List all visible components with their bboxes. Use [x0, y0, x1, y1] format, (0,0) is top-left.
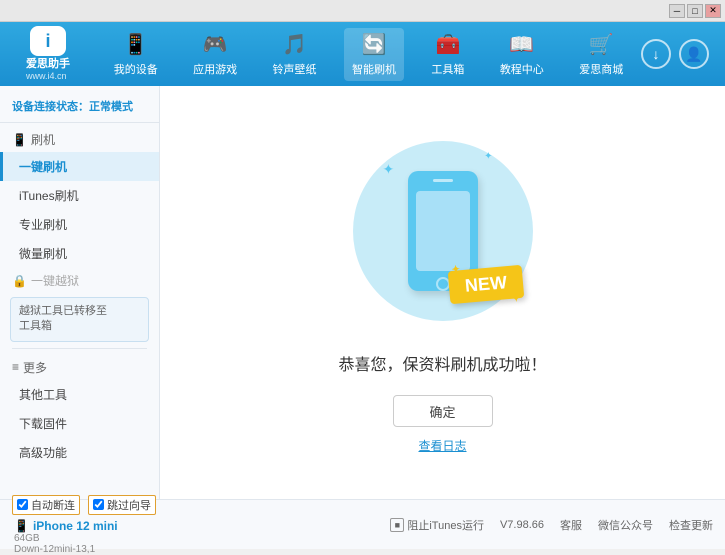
nav-toolbox-label: 工具箱 [431, 61, 464, 77]
device-model: Down-12mini-13,1 [14, 544, 172, 555]
skip-wizard-checkbox[interactable]: 跳过向导 [88, 495, 156, 515]
version-text: V7.98.66 [500, 519, 544, 531]
nav-items: 📱 我的设备 🎮 应用游戏 🎵 铃声壁纸 🔄 智能刷机 🧰 工具箱 📖 教程中心… [96, 28, 641, 81]
flash-section-icon: 📱 [12, 133, 27, 147]
logo-url: www.i4.cn [26, 71, 70, 82]
sidebar-item-download-firmware[interactable]: 下载固件 [0, 409, 159, 438]
nav-mall[interactable]: 🛒 爱思商城 [571, 28, 631, 81]
bottom-right: ■ 阻止iTunes运行 V7.98.66 客服 微信公众号 检查更新 [172, 517, 713, 533]
itunes-flash-label: iTunes刷机 [19, 189, 79, 203]
nav-ringtone[interactable]: 🎵 铃声壁纸 [265, 28, 325, 81]
more-section-header: ≡ 更多 [0, 355, 159, 380]
customer-service-link[interactable]: 客服 [560, 517, 582, 533]
nav-tutorial[interactable]: 📖 教程中心 [492, 28, 552, 81]
smart-flash-icon: 🔄 [362, 32, 387, 57]
secondary-link[interactable]: 查看日志 [418, 437, 466, 454]
nav-toolbox[interactable]: 🧰 工具箱 [423, 28, 472, 81]
auto-disconnect-checkbox[interactable]: 自动断连 [12, 495, 80, 515]
content-area: ✦ ✦ ✦ NEW 恭喜您，保资料刷机成功啦！ 确定 查看日志 [160, 86, 725, 499]
close-button[interactable]: ✕ [705, 4, 721, 18]
mall-icon: 🛒 [589, 32, 614, 57]
download-firmware-label: 下载固件 [19, 417, 67, 431]
apps-icon: 🎮 [203, 32, 228, 57]
phone-illustration: ✦ ✦ ✦ NEW [343, 131, 543, 331]
stop-itunes: ■ 阻止iTunes运行 [390, 517, 484, 533]
nav-smart-flash[interactable]: 🔄 智能刷机 [344, 28, 404, 81]
maximize-button[interactable]: □ [687, 4, 703, 18]
new-badge: NEW [447, 265, 524, 304]
check-update-link[interactable]: 检查更新 [669, 517, 713, 533]
flash-section-header: 📱 刷机 [0, 127, 159, 152]
user-button[interactable]: 👤 [679, 39, 709, 69]
status-value: 正常模式 [89, 101, 133, 113]
status-label: 设备连接状态： [12, 101, 89, 113]
navbar: i 爱思助手 www.i4.cn 📱 我的设备 🎮 应用游戏 🎵 铃声壁纸 🔄 … [0, 22, 725, 86]
my-device-icon: 📱 [123, 32, 148, 57]
sidebar-item-other-tools[interactable]: 其他工具 [0, 380, 159, 409]
skip-wizard-label: 跳过向导 [107, 497, 151, 513]
device-icon: 📱 [14, 519, 29, 533]
wechat-public-link[interactable]: 微信公众号 [598, 517, 653, 533]
toolbox-icon: 🧰 [435, 32, 460, 57]
minimize-button[interactable]: ─ [669, 4, 685, 18]
device-storage: 64GB [14, 533, 172, 544]
stop-label: 阻止iTunes运行 [407, 517, 484, 533]
nav-right: ↓ 👤 [641, 39, 717, 69]
auto-disconnect-input[interactable] [17, 499, 28, 510]
pro-flash-label: 专业刷机 [19, 218, 67, 232]
more-icon: ≡ [12, 360, 19, 374]
divider-1 [12, 348, 147, 349]
logo[interactable]: i 爱思助手 www.i4.cn [8, 26, 88, 82]
other-tools-label: 其他工具 [19, 388, 67, 402]
main-layout: 设备连接状态：正常模式 📱 刷机 一键刷机 iTunes刷机 专业刷机 微量刷机… [0, 86, 725, 499]
nav-my-device[interactable]: 📱 我的设备 [106, 28, 166, 81]
confirm-button[interactable]: 确定 [393, 395, 493, 427]
skip-wizard-input[interactable] [93, 499, 104, 510]
nav-my-device-label: 我的设备 [114, 61, 158, 77]
nav-mall-label: 爱思商城 [579, 61, 623, 77]
jailbreak-section-label: 一键越狱 [31, 272, 79, 289]
checkboxes: 自动断连 跳过向导 [12, 495, 172, 515]
nav-tutorial-label: 教程中心 [500, 61, 544, 77]
jailbreak-section-header: 🔒 一键越狱 [0, 268, 159, 293]
one-key-flash-label: 一键刷机 [19, 160, 67, 174]
device-info: 📱 iPhone 12 mini 64GB Down-12mini-13,1 [12, 519, 172, 555]
sidebar-item-pro-flash[interactable]: 专业刷机 [0, 210, 159, 239]
bottom-left: 自动断连 跳过向导 📱 iPhone 12 mini 64GB Down-12m… [12, 495, 172, 555]
sidebar-item-micro-flash[interactable]: 微量刷机 [0, 239, 159, 268]
phone-screen [416, 191, 470, 271]
success-message: 恭喜您，保资料刷机成功啦！ [338, 351, 546, 375]
jailbreak-notice-text: 越狱工具已转移至 工具箱 [19, 305, 107, 332]
micro-flash-label: 微量刷机 [19, 247, 67, 261]
nav-ringtone-label: 铃声壁纸 [273, 61, 317, 77]
device-name: 📱 iPhone 12 mini [14, 519, 172, 533]
status-bar: 设备连接状态：正常模式 [0, 94, 159, 123]
sidebar-item-one-key-flash[interactable]: 一键刷机 [0, 152, 159, 181]
sparkle-1: ✦ [383, 161, 395, 178]
advanced-label: 高级功能 [19, 446, 67, 460]
jailbreak-notice: 越狱工具已转移至 工具箱 [10, 297, 149, 342]
download-button[interactable]: ↓ [641, 39, 671, 69]
stop-icon: ■ [390, 518, 404, 532]
auto-disconnect-label: 自动断连 [31, 497, 75, 513]
tutorial-icon: 📖 [509, 32, 534, 57]
more-section-label: 更多 [23, 359, 47, 376]
ringtone-icon: 🎵 [282, 32, 307, 57]
nav-apps-label: 应用游戏 [193, 61, 237, 77]
logo-name: 爱思助手 [26, 58, 70, 71]
flash-section-label: 刷机 [31, 131, 55, 148]
titlebar: ─ □ ✕ [0, 0, 725, 22]
sidebar: 设备连接状态：正常模式 📱 刷机 一键刷机 iTunes刷机 专业刷机 微量刷机… [0, 86, 160, 499]
device-name-text: iPhone 12 mini [33, 519, 118, 533]
bottom-bar: 自动断连 跳过向导 📱 iPhone 12 mini 64GB Down-12m… [0, 499, 725, 549]
circle-background: ✦ ✦ ✦ NEW [353, 141, 533, 321]
lock-icon: 🔒 [12, 274, 27, 288]
logo-icon: i [30, 26, 66, 56]
sidebar-item-advanced[interactable]: 高级功能 [0, 438, 159, 467]
sparkle-2: ✦ [484, 151, 492, 162]
nav-apps-games[interactable]: 🎮 应用游戏 [185, 28, 245, 81]
sidebar-item-itunes-flash[interactable]: iTunes刷机 [0, 181, 159, 210]
nav-smart-flash-label: 智能刷机 [352, 61, 396, 77]
